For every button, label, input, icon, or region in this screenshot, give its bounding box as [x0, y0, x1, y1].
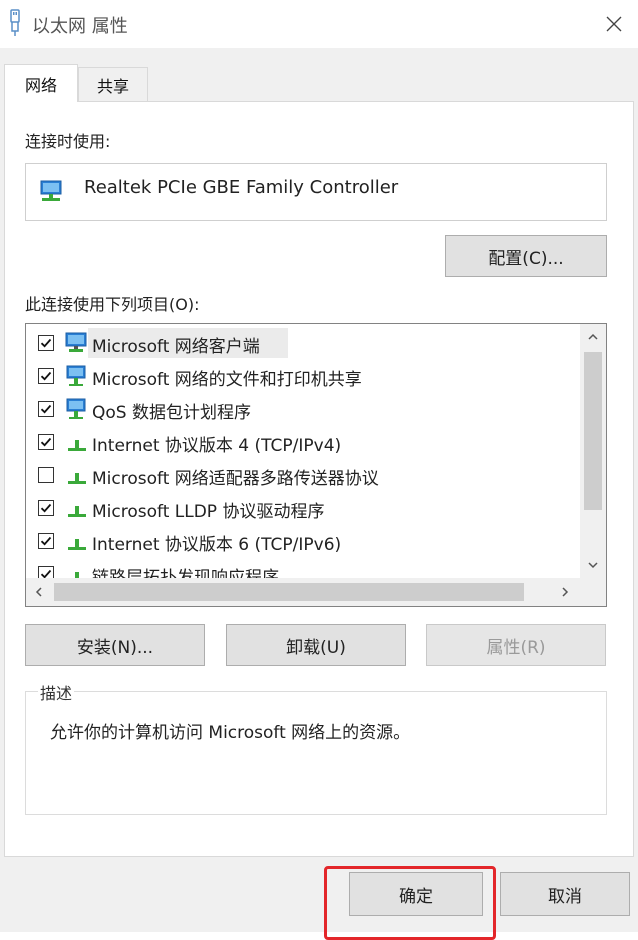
items-list[interactable]: Microsoft 网络客户端 Microsoft 网络的文件和打印机共享 Qo…	[25, 323, 607, 607]
list-item[interactable]: Internet 协议版本 4 (TCP/IPv4)	[26, 427, 578, 457]
scroll-down-button[interactable]	[580, 552, 606, 578]
checkmark-icon	[40, 404, 52, 414]
checkmark-icon	[40, 371, 52, 381]
horizontal-scroll-thumb[interactable]	[54, 583, 524, 601]
chevron-up-icon	[588, 333, 598, 340]
item-checkbox[interactable]	[38, 500, 54, 516]
scroll-left-button[interactable]	[26, 578, 52, 606]
network-adapter-icon	[10, 9, 20, 36]
item-label: Microsoft 网络客户端	[92, 337, 260, 357]
item-checkbox[interactable]	[38, 533, 54, 549]
tab-panel: 连接时使用: Realtek PCIe GBE Family Controlle…	[4, 101, 634, 857]
uninstall-button[interactable]: 卸载(U)	[226, 624, 406, 666]
tab-sharing[interactable]: 共享	[78, 67, 148, 101]
window-title: 以太网 属性	[32, 16, 128, 37]
protocol-icon	[68, 506, 86, 517]
vertical-scrollbar[interactable]	[580, 324, 606, 578]
item-checkbox[interactable]	[38, 335, 54, 351]
list-item[interactable]: QoS 数据包计划程序	[26, 394, 578, 424]
description-text: 允许你的计算机访问 Microsoft 网络上的资源。	[50, 723, 411, 743]
configure-button[interactable]: 配置(C)...	[445, 235, 607, 277]
vertical-scroll-thumb[interactable]	[584, 352, 602, 510]
title-bar: 以太网 属性	[0, 0, 638, 48]
dialog-client-area: 网络 共享 连接时使用: Realtek PCIe GBE Family Con…	[0, 48, 638, 940]
checkmark-icon	[40, 503, 52, 513]
horizontal-scrollbar[interactable]	[26, 578, 582, 606]
chevron-right-icon	[562, 587, 569, 597]
protocol-icon	[68, 539, 86, 550]
properties-button[interactable]: 属性(R)	[426, 624, 606, 666]
item-label: Internet 协议版本 4 (TCP/IPv4)	[92, 436, 342, 456]
checkmark-icon	[40, 437, 52, 447]
protocol-icon	[68, 440, 86, 451]
list-item[interactable]: Internet 协议版本 6 (TCP/IPv6)	[26, 526, 578, 556]
protocol-icon	[68, 473, 86, 484]
description-title: 描述	[38, 680, 75, 704]
item-label: Internet 协议版本 6 (TCP/IPv6)	[92, 535, 342, 555]
list-item[interactable]: Microsoft 网络的文件和打印机共享	[26, 361, 578, 391]
ok-button-highlight	[324, 866, 496, 940]
checkmark-icon	[40, 536, 52, 546]
chevron-left-icon	[35, 587, 42, 597]
install-button[interactable]: 安装(N)...	[25, 624, 205, 666]
list-item[interactable]: Microsoft 网络适配器多路传送器协议	[26, 460, 578, 490]
connect-using-label: 连接时使用:	[25, 132, 111, 151]
item-checkbox[interactable]	[38, 368, 54, 384]
description-group: 描述 允许你的计算机访问 Microsoft 网络上的资源。	[25, 680, 607, 815]
item-checkbox[interactable]	[38, 401, 54, 417]
adapter-box: Realtek PCIe GBE Family Controller	[25, 163, 607, 221]
items-label: 此连接使用下列项目(O):	[25, 295, 200, 314]
cancel-button[interactable]: 取消	[500, 872, 630, 916]
chevron-down-icon	[588, 562, 598, 569]
item-checkbox[interactable]	[38, 467, 54, 483]
network-service-icon	[66, 398, 86, 419]
list-item[interactable]: Microsoft 网络客户端	[26, 328, 578, 358]
item-label: Microsoft 网络的文件和打印机共享	[92, 370, 362, 390]
checkmark-icon	[40, 338, 52, 348]
network-service-icon	[66, 365, 86, 386]
scroll-right-button[interactable]	[552, 578, 578, 606]
scroll-up-button[interactable]	[580, 324, 606, 350]
item-label: Microsoft LLDP 协议驱动程序	[92, 502, 325, 522]
close-button[interactable]	[596, 6, 632, 42]
scrollbar-corner	[580, 578, 606, 606]
adapter-name: Realtek PCIe GBE Family Controller	[84, 177, 399, 198]
network-client-icon	[65, 332, 87, 352]
item-label: QoS 数据包计划程序	[92, 403, 251, 423]
list-item[interactable]: Microsoft LLDP 协议驱动程序	[26, 493, 578, 523]
close-icon	[606, 16, 622, 32]
item-checkbox[interactable]	[38, 434, 54, 450]
network-adapter-icon	[40, 180, 62, 201]
item-label: Microsoft 网络适配器多路传送器协议	[92, 469, 379, 489]
tab-networking[interactable]: 网络	[4, 64, 78, 102]
